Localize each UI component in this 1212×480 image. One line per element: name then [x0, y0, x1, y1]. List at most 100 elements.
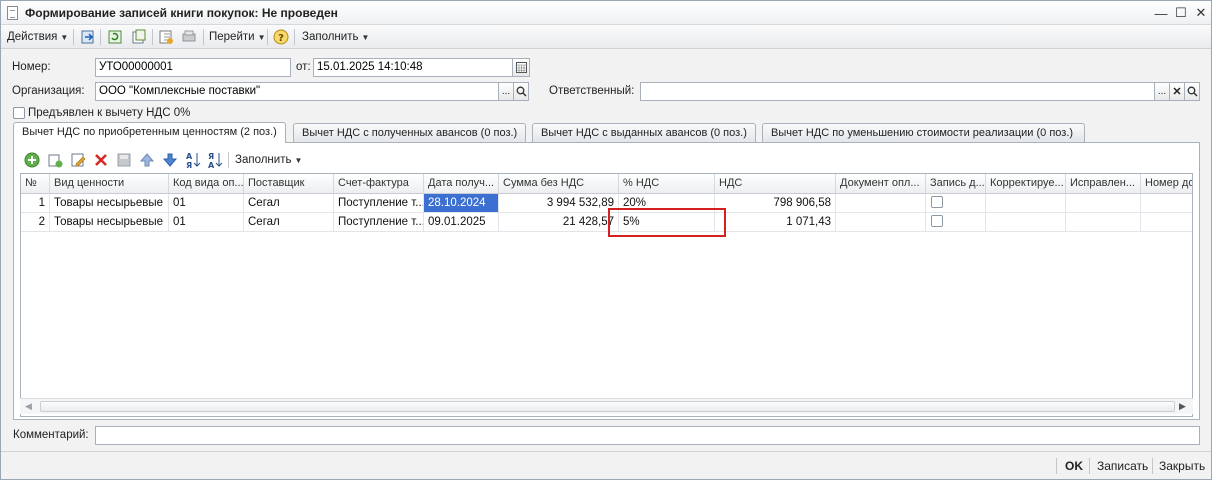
scroll-left-icon[interactable]: ◀: [25, 401, 32, 412]
cell-payment-doc[interactable]: [836, 194, 926, 213]
column-header-number[interactable]: №: [21, 174, 50, 194]
purchases-table[interactable]: № Вид ценности Код вида оп... Поставщик …: [20, 173, 1193, 417]
cell-kind[interactable]: Товары несырьевые: [50, 194, 169, 213]
cell-corrected[interactable]: [1066, 213, 1141, 232]
maximize-icon[interactable]: ☐: [1171, 3, 1191, 23]
tab-issued-advances[interactable]: Вычет НДС с выданных авансов (0 поз.): [532, 123, 756, 142]
cell-vat[interactable]: 798 906,58: [715, 194, 836, 213]
comment-label: Комментарий:: [13, 429, 89, 441]
help-icon[interactable]: ?: [273, 29, 289, 45]
cell-sum-without-vat[interactable]: 3 994 532,89: [499, 194, 619, 213]
cell-operation-code[interactable]: 01: [169, 194, 244, 213]
cell-invoice[interactable]: Поступление т...: [334, 213, 424, 232]
sort-ascending-icon[interactable]: АЯ: [185, 151, 201, 169]
vat0-checkbox[interactable]: [13, 107, 25, 119]
column-header-kind[interactable]: Вид ценности: [50, 174, 169, 194]
organization-select-button[interactable]: ...: [499, 82, 514, 101]
number-label: Номер:: [12, 61, 51, 73]
tab-sales-reduction[interactable]: Вычет НДС по уменьшению стоимости реализ…: [762, 123, 1085, 142]
copy-row-icon[interactable]: [47, 152, 63, 168]
add-row-icon[interactable]: [24, 152, 40, 168]
cell-number[interactable]: 1: [21, 194, 50, 213]
print-icon[interactable]: [181, 29, 197, 45]
responsible-select-button[interactable]: ...: [1155, 82, 1170, 101]
column-header-doc-number[interactable]: Номер до: [1141, 174, 1192, 194]
horizontal-scrollbar[interactable]: ◀ ▶: [20, 398, 1193, 414]
scroll-thumb[interactable]: [40, 401, 1175, 412]
column-header-record[interactable]: Запись д...: [926, 174, 986, 194]
tab-received-advances[interactable]: Вычет НДС с полученных авансов (0 поз.): [293, 123, 526, 142]
delete-row-icon[interactable]: [93, 152, 109, 168]
sort-descending-icon[interactable]: ЯА: [207, 151, 223, 169]
organization-field[interactable]: ООО "Комплексные поставки": [95, 82, 499, 101]
close-icon[interactable]: ✕: [1191, 3, 1211, 23]
scroll-right-icon[interactable]: ▶: [1179, 401, 1186, 412]
chevron-down-icon: ▼: [361, 32, 370, 42]
column-header-corrective[interactable]: Корректируе...: [986, 174, 1066, 194]
tab-purchased-values[interactable]: Вычет НДС по приобретенным ценностям (2 …: [13, 122, 286, 143]
minimize-icon[interactable]: —: [1151, 3, 1171, 23]
move-up-icon[interactable]: [139, 152, 155, 168]
goto-menu-button[interactable]: Перейти ▼: [209, 28, 266, 46]
responsible-field[interactable]: [640, 82, 1155, 101]
cell-receipt-date[interactable]: 09.01.2025: [424, 213, 499, 232]
record-checkbox[interactable]: [931, 215, 943, 227]
column-header-receipt-date[interactable]: Дата получ...: [424, 174, 499, 194]
search-icon: [516, 86, 527, 97]
cell-supplier[interactable]: Сегал: [244, 194, 334, 213]
copy-document-icon[interactable]: [131, 29, 147, 45]
main-toolbar: Действия ▼ Перейти ▼ ? Заполнить ▼: [1, 25, 1211, 49]
cell-doc-number[interactable]: [1141, 194, 1192, 213]
toolbar-divider: [100, 29, 101, 45]
svg-text:Я: Я: [208, 152, 214, 161]
save-button[interactable]: Записать: [1097, 459, 1148, 473]
number-field[interactable]: УТО00000001: [95, 58, 291, 77]
column-header-sum-without-vat[interactable]: Сумма без НДС: [499, 174, 619, 194]
cell-vat-rate[interactable]: 20%: [619, 194, 715, 213]
organization-open-button[interactable]: [514, 82, 529, 101]
cell-operation-code[interactable]: 01: [169, 213, 244, 232]
responsible-open-button[interactable]: [1185, 82, 1200, 101]
cell-vat-rate[interactable]: 5%: [619, 213, 715, 232]
comment-field[interactable]: [95, 426, 1200, 445]
move-down-icon[interactable]: [162, 152, 178, 168]
post-and-close-icon[interactable]: [80, 29, 96, 45]
column-header-operation-code[interactable]: Код вида оп...: [169, 174, 244, 194]
close-button[interactable]: Закрыть: [1159, 459, 1205, 473]
cell-sum-without-vat[interactable]: 21 428,57: [499, 213, 619, 232]
cell-corrective[interactable]: [986, 194, 1066, 213]
column-header-invoice[interactable]: Счет-фактура: [334, 174, 424, 194]
responsible-label: Ответственный:: [549, 85, 635, 97]
search-icon: [1187, 86, 1198, 97]
cell-number[interactable]: 2: [21, 213, 50, 232]
edit-row-icon[interactable]: [70, 152, 86, 168]
responsible-clear-button[interactable]: ✕: [1170, 82, 1185, 101]
actions-menu-button[interactable]: Действия ▼: [7, 28, 68, 46]
cell-vat[interactable]: 1 071,43: [715, 213, 836, 232]
calendar-button[interactable]: [513, 58, 530, 77]
cell-kind[interactable]: Товары несырьевые: [50, 213, 169, 232]
cell-doc-number[interactable]: [1141, 213, 1192, 232]
organization-label: Организация:: [12, 85, 85, 97]
date-label: от:: [296, 61, 311, 73]
record-checkbox[interactable]: [931, 196, 943, 208]
cell-supplier[interactable]: Сегал: [244, 213, 334, 232]
column-header-vat[interactable]: НДС: [715, 174, 836, 194]
date-field[interactable]: 15.01.2025 14:10:48: [313, 58, 513, 77]
grid-fill-button[interactable]: Заполнить ▼: [235, 151, 302, 169]
ok-button[interactable]: OK: [1065, 459, 1083, 473]
cell-receipt-date[interactable]: 28.10.2024: [424, 194, 499, 213]
column-header-supplier[interactable]: Поставщик: [244, 174, 334, 194]
window-title: Формирование записей книги покупок: Не п…: [25, 6, 338, 20]
fill-menu-button[interactable]: Заполнить ▼: [302, 28, 369, 46]
cell-payment-doc[interactable]: [836, 213, 926, 232]
end-edit-icon[interactable]: [116, 152, 132, 168]
column-header-vat-rate[interactable]: % НДС: [619, 174, 715, 194]
cell-invoice[interactable]: Поступление т...: [334, 194, 424, 213]
refresh-icon[interactable]: [107, 29, 123, 45]
cell-corrective[interactable]: [986, 213, 1066, 232]
move-document-icon[interactable]: [158, 29, 174, 45]
column-header-payment-doc[interactable]: Документ опл...: [836, 174, 926, 194]
cell-corrected[interactable]: [1066, 194, 1141, 213]
column-header-corrected[interactable]: Исправлен...: [1066, 174, 1141, 194]
